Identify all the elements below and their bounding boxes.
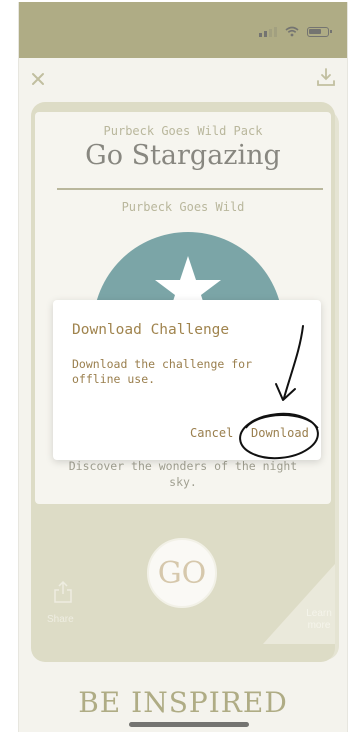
download-dialog: Download Challenge Download the challeng… (53, 300, 321, 460)
dialog-message-line: Download the challenge for (72, 357, 253, 371)
dialog-message: Download the challenge for offline use. (72, 357, 302, 387)
cancel-button[interactable]: Cancel (190, 426, 233, 440)
dialog-message-line: offline use. (72, 372, 156, 386)
dialog-title: Download Challenge (72, 322, 230, 338)
download-button[interactable]: Download (251, 426, 309, 440)
